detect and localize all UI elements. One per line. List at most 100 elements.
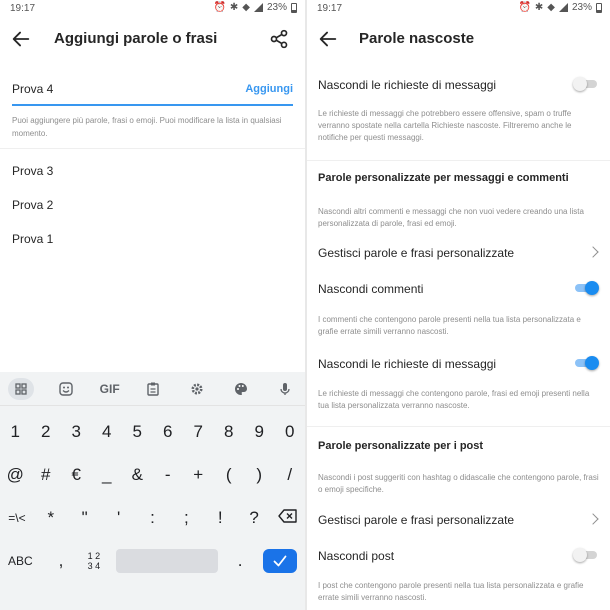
key[interactable]: _ bbox=[94, 465, 120, 485]
key[interactable]: =\< bbox=[4, 511, 30, 525]
list-item[interactable]: Prova 1 bbox=[12, 232, 53, 246]
apps-icon[interactable] bbox=[8, 377, 34, 400]
key[interactable]: : bbox=[139, 508, 165, 528]
split-screenshot: 19:17 ⏰ ✱ ◆ 23% Aggiungi parole o frasi … bbox=[0, 0, 610, 610]
backspace-icon[interactable] bbox=[275, 508, 301, 528]
divider bbox=[307, 426, 610, 427]
keyboard: GIF 1 2 3 4 5 6 7 8 9 0 @ # € _ & - + (… bbox=[0, 372, 305, 610]
signal-icon bbox=[253, 3, 263, 12]
clipboard-icon[interactable] bbox=[141, 378, 165, 400]
key[interactable]: @ bbox=[2, 465, 28, 485]
key[interactable]: € bbox=[63, 465, 89, 485]
palette-icon[interactable] bbox=[229, 378, 253, 400]
abc-key[interactable]: ABC bbox=[8, 554, 41, 568]
comma-key[interactable]: , bbox=[49, 551, 74, 571]
bluetooth-icon: ✱ bbox=[534, 2, 544, 13]
enter-key[interactable] bbox=[262, 549, 297, 573]
key[interactable]: 3 bbox=[63, 422, 89, 442]
gear-icon[interactable] bbox=[185, 378, 209, 400]
key[interactable]: + bbox=[185, 465, 211, 485]
key[interactable]: ? bbox=[241, 508, 267, 528]
page-title: Aggiungi parole o frasi bbox=[54, 30, 218, 47]
chevron-right-icon bbox=[587, 246, 599, 258]
key[interactable]: ( bbox=[216, 465, 242, 485]
section-description: Nascondi i post suggeriti con hashtag o … bbox=[318, 473, 599, 494]
battery-icon bbox=[596, 2, 602, 13]
key[interactable]: 9 bbox=[246, 422, 272, 442]
setting-label: Nascondi commenti bbox=[318, 282, 424, 296]
key[interactable]: ! bbox=[207, 508, 233, 528]
back-arrow-icon[interactable] bbox=[317, 28, 339, 50]
word-input-value[interactable]: Prova 4 bbox=[12, 82, 53, 96]
top-bar: Parole nascoste bbox=[307, 22, 610, 56]
key[interactable]: * bbox=[38, 508, 64, 528]
key[interactable]: 7 bbox=[185, 422, 211, 442]
toggle-hide-comments[interactable] bbox=[573, 281, 599, 295]
manage-custom-words-posts[interactable]: Gestisci parole e frasi personalizzate bbox=[318, 511, 599, 527]
key[interactable]: 0 bbox=[277, 422, 303, 442]
period-key[interactable]: . bbox=[228, 551, 253, 571]
checkmark-icon bbox=[273, 555, 287, 567]
setting-description: Le richieste di messaggi che contengono … bbox=[318, 389, 590, 410]
toggle-hide-message-requests[interactable] bbox=[573, 77, 599, 91]
key[interactable]: 1 bbox=[2, 422, 28, 442]
setting-hide-message-requests[interactable]: Nascondi le richieste di messaggi bbox=[318, 76, 599, 92]
add-button[interactable]: Aggiungi bbox=[245, 83, 293, 95]
key[interactable]: - bbox=[155, 465, 181, 485]
battery-percent: 23% bbox=[266, 2, 287, 13]
toggle-hide-posts[interactable] bbox=[573, 548, 599, 562]
list-item[interactable]: Prova 2 bbox=[12, 198, 53, 212]
setting-label: Gestisci parole e frasi personalizzate bbox=[318, 246, 515, 260]
word-input[interactable]: Prova 4 Aggiungi bbox=[12, 76, 293, 106]
keyboard-row-numbers: 1 2 3 4 5 6 7 8 9 0 bbox=[0, 420, 305, 444]
gif-button[interactable]: GIF bbox=[98, 378, 122, 400]
mic-icon[interactable] bbox=[273, 378, 297, 400]
setting-description: I commenti che contengono parole present… bbox=[318, 315, 581, 336]
alarm-icon: ⏰ bbox=[213, 2, 226, 13]
setting-hide-message-requests-custom[interactable]: Nascondi le richieste di messaggi bbox=[318, 355, 599, 371]
list-item[interactable]: Prova 3 bbox=[12, 164, 53, 178]
signal-icon bbox=[558, 3, 568, 12]
space-key[interactable] bbox=[116, 549, 218, 573]
keyboard-row-more-symbols: =\< * " ' : ; ! ? bbox=[0, 506, 305, 530]
chevron-right-icon bbox=[587, 513, 599, 525]
key[interactable]: / bbox=[277, 465, 303, 485]
divider bbox=[0, 148, 305, 149]
section-title-messages-comments: Parole personalizzate per messaggi e com… bbox=[318, 172, 569, 184]
bluetooth-icon: ✱ bbox=[229, 2, 239, 13]
setting-description: Le richieste di messaggi che potrebbero … bbox=[318, 109, 572, 142]
battery-percent: 23% bbox=[571, 2, 592, 13]
status-time: 19:17 bbox=[10, 3, 36, 14]
setting-hide-comments[interactable]: Nascondi commenti bbox=[318, 280, 599, 296]
numpad-key[interactable]: 1 2 3 4 bbox=[81, 551, 106, 571]
key[interactable]: 2 bbox=[33, 422, 59, 442]
key[interactable]: & bbox=[124, 465, 150, 485]
key[interactable]: 5 bbox=[124, 422, 150, 442]
section-title-posts: Parole personalizzate per i post bbox=[318, 440, 484, 452]
keyboard-toolbar: GIF bbox=[0, 372, 305, 406]
manage-custom-words-messages[interactable]: Gestisci parole e frasi personalizzate bbox=[318, 244, 599, 260]
hidden-words-screen: 19:17 ⏰ ✱ ◆ 23% Parole nascoste Nascondi… bbox=[307, 0, 610, 610]
back-arrow-icon[interactable] bbox=[10, 28, 32, 50]
divider bbox=[307, 160, 610, 161]
setting-label: Nascondi le richieste di messaggi bbox=[318, 357, 497, 371]
key[interactable]: 4 bbox=[94, 422, 120, 442]
key[interactable]: # bbox=[33, 465, 59, 485]
key[interactable]: 6 bbox=[155, 422, 181, 442]
toggle-hide-message-requests-custom[interactable] bbox=[573, 356, 599, 370]
key[interactable]: ' bbox=[106, 508, 132, 528]
alarm-icon: ⏰ bbox=[518, 2, 531, 13]
key[interactable]: 8 bbox=[216, 422, 242, 442]
status-bar: 19:17 ⏰ ✱ ◆ 23% bbox=[307, 0, 610, 18]
wifi-icon: ◆ bbox=[547, 2, 555, 13]
key[interactable]: ; bbox=[173, 508, 199, 528]
setting-hide-posts[interactable]: Nascondi post bbox=[318, 547, 599, 563]
keyboard-row-symbols: @ # € _ & - + ( ) / bbox=[0, 463, 305, 487]
key[interactable]: ) bbox=[246, 465, 272, 485]
share-icon[interactable] bbox=[269, 28, 289, 50]
setting-label: Nascondi le richieste di messaggi bbox=[318, 78, 497, 92]
key[interactable]: " bbox=[72, 508, 98, 528]
wifi-icon: ◆ bbox=[242, 2, 250, 13]
setting-label: Nascondi post bbox=[318, 549, 395, 563]
sticker-icon[interactable] bbox=[54, 378, 78, 400]
